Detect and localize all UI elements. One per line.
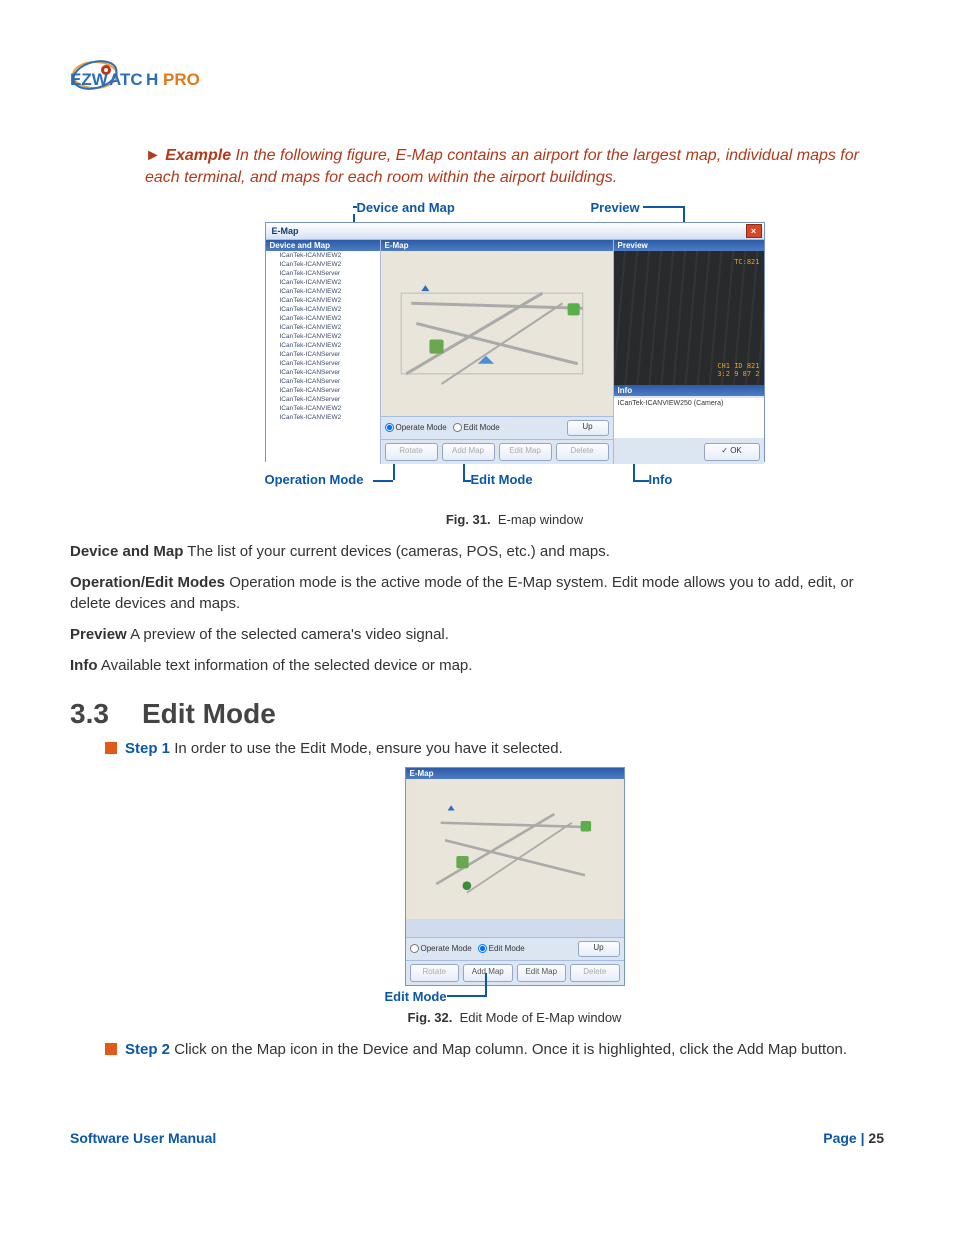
mode-bar: Operate Mode Edit Mode Up — [381, 416, 613, 440]
preview-area: TC:821 CH1 ID 821 3:2 9 87 2 — [614, 251, 764, 385]
list-item[interactable]: ICanTek-ICANServer — [266, 359, 380, 368]
figure-31: Device and Map Preview Operation Mode Ed… — [265, 202, 765, 502]
add-map-button[interactable]: Add Map — [442, 443, 495, 461]
svg-text:PRO: PRO — [163, 70, 200, 89]
step-1: Step 1 In order to use the Edit Mode, en… — [105, 738, 884, 759]
list-item[interactable]: ICanTek-ICANServer — [266, 269, 380, 278]
list-item[interactable]: ICanTek-ICANVIEW2 — [266, 404, 380, 413]
list-item[interactable]: ICanTek-ICANVIEW2 — [266, 260, 380, 269]
edit-mode-radio[interactable]: Edit Mode — [453, 423, 500, 432]
up-button[interactable]: Up — [567, 420, 609, 436]
svg-text:EZW: EZW — [70, 70, 109, 89]
rotate-button[interactable]: Rotate — [410, 964, 460, 982]
list-item[interactable]: ICanTek-ICANVIEW2 — [266, 332, 380, 341]
figure-32: E-Map Operate M — [385, 767, 645, 986]
list-item[interactable]: ICanTek-ICANServer — [266, 350, 380, 359]
edit-mode-radio[interactable]: Edit Mode — [478, 944, 525, 953]
list-item[interactable]: ICanTek-ICANVIEW2 — [266, 296, 380, 305]
delete-button[interactable]: Delete — [570, 964, 620, 982]
list-item[interactable]: ICanTek-ICANVIEW2 — [266, 413, 380, 422]
callout-operation-mode: Operation Mode — [265, 472, 364, 487]
callout-preview: Preview — [591, 200, 640, 215]
callout-edit-mode: Edit Mode — [471, 472, 533, 487]
figure-31-caption: Fig. 31. E-map window — [145, 512, 884, 527]
callout-device-and-map: Device and Map — [357, 200, 455, 215]
titlebar: E-Map × — [266, 223, 764, 240]
mode-bar: Operate Mode Edit Mode Up — [406, 937, 624, 961]
list-item[interactable]: ICanTek-ICANServer — [266, 368, 380, 377]
info-panel-header: Info — [614, 385, 764, 396]
list-item[interactable]: ICanTek-ICANVIEW2 — [266, 278, 380, 287]
step-2: Step 2 Click on the Map icon in the Devi… — [105, 1039, 884, 1060]
window-title: E-Map — [268, 226, 299, 236]
list-item[interactable]: ICanTek-ICANVIEW2 — [266, 341, 380, 350]
rotate-button[interactable]: Rotate — [385, 443, 438, 461]
footer-page: Page | 25 — [823, 1130, 884, 1146]
footer-title: Software User Manual — [70, 1130, 216, 1146]
preview-panel-header: Preview — [614, 240, 764, 251]
device-panel-header: Device and Map — [266, 240, 380, 251]
edit-map-button[interactable]: Edit Map — [499, 443, 552, 461]
ok-button[interactable]: OK — [704, 443, 760, 461]
operate-mode-radio[interactable]: Operate Mode — [385, 423, 447, 432]
example-text: ► Example In the following figure, E-Map… — [145, 145, 884, 190]
map-area[interactable] — [381, 251, 613, 416]
list-item[interactable]: ICanTek-ICANServer — [266, 395, 380, 404]
close-icon[interactable]: × — [746, 224, 762, 238]
svg-text:ATC: ATC — [109, 70, 143, 89]
emap-panel-header: E-Map — [406, 768, 624, 779]
def-device-and-map: Device and Map The list of your current … — [70, 541, 884, 562]
info-text: ICanTek-ICANVIEW250 (Camera) — [614, 398, 764, 438]
svg-text:H: H — [146, 70, 158, 89]
emap-edit-window: E-Map Operate M — [405, 767, 625, 986]
list-item[interactable]: ICanTek-ICANServer — [266, 386, 380, 395]
add-map-button[interactable]: Add Map — [463, 964, 513, 982]
operate-mode-radio[interactable]: Operate Mode — [410, 944, 472, 953]
bullet-icon — [105, 742, 117, 754]
device-list[interactable]: ICanTek-ICANVIEW2 ICanTek-ICANVIEW2 ICan… — [266, 251, 380, 464]
map-area[interactable] — [406, 779, 624, 919]
preview-tc: TC:821 — [734, 259, 759, 267]
edit-map-button[interactable]: Edit Map — [517, 964, 567, 982]
emap-window: E-Map × Device and Map ICanTek-ICANVIEW2… — [265, 222, 765, 462]
def-operation-edit: Operation/Edit Modes Operation mode is t… — [70, 572, 884, 614]
callout-edit-mode-32: Edit Mode — [385, 989, 447, 1004]
delete-button[interactable]: Delete — [556, 443, 609, 461]
list-item[interactable]: ICanTek-ICANVIEW2 — [266, 287, 380, 296]
preview-line2: 3:2 9 87 2 — [717, 371, 759, 379]
callout-info: Info — [649, 472, 673, 487]
list-item[interactable]: ICanTek-ICANVIEW2 — [266, 314, 380, 323]
page-footer: Software User Manual Page | 25 — [70, 1130, 884, 1146]
list-item[interactable]: ICanTek-ICANVIEW2 — [266, 305, 380, 314]
list-item[interactable]: ICanTek-ICANVIEW2 — [266, 323, 380, 332]
logo: EZW ATC H PRO — [70, 50, 884, 105]
figure-32-caption: Fig. 32. Edit Mode of E-Map window — [145, 1010, 884, 1025]
bullet-icon — [105, 1043, 117, 1055]
list-item[interactable]: ICanTek-ICANServer — [266, 377, 380, 386]
def-info: Info Available text information of the s… — [70, 655, 884, 676]
emap-panel-header: E-Map — [381, 240, 613, 251]
def-preview: Preview A preview of the selected camera… — [70, 624, 884, 645]
section-heading: 3.3Edit Mode — [70, 698, 884, 730]
up-button[interactable]: Up — [578, 941, 620, 957]
list-item[interactable]: ICanTek-ICANVIEW2 — [266, 251, 380, 260]
